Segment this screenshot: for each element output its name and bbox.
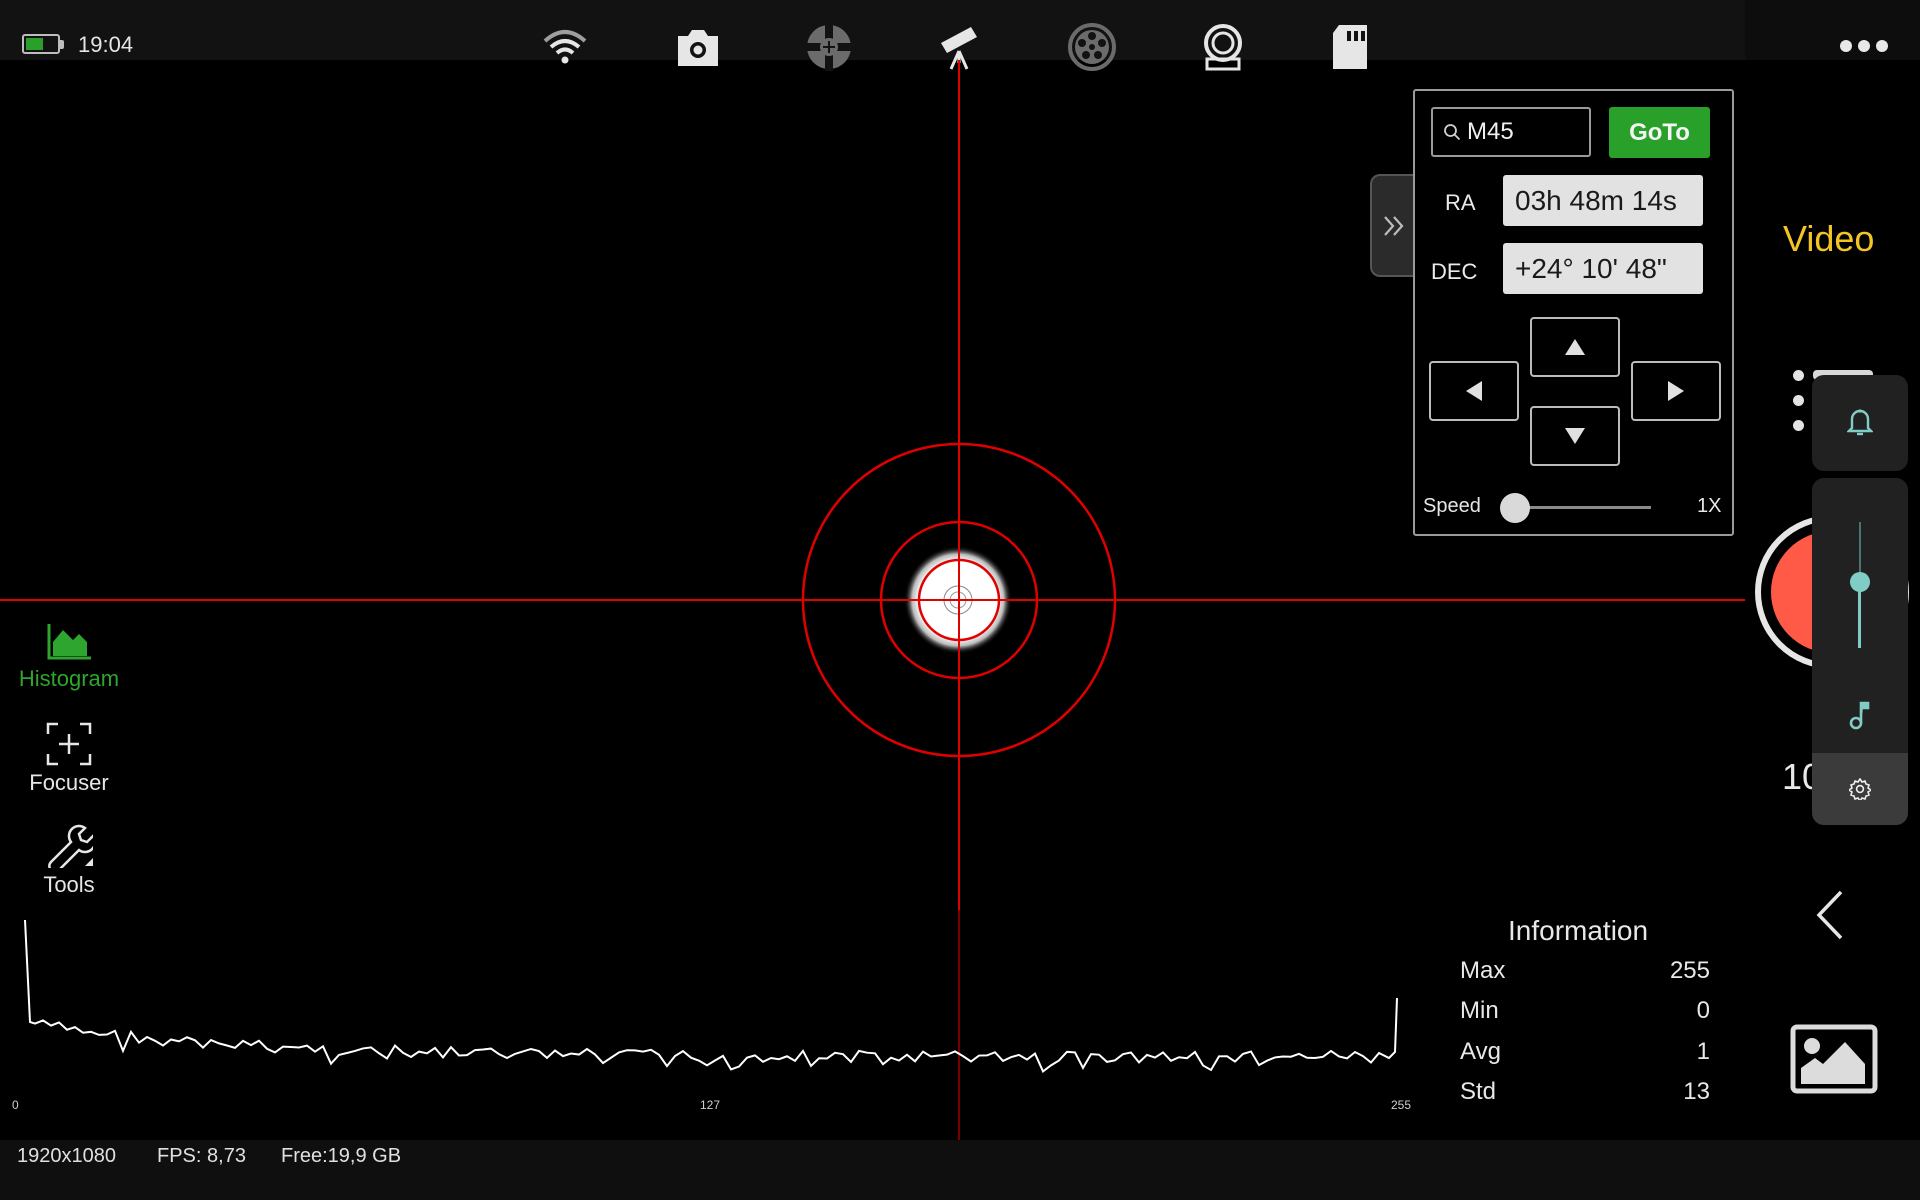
double-chevron-right-icon [1383, 215, 1403, 236]
speed-value: 1X [1697, 495, 1722, 517]
ra-field[interactable]: 03h 48m 14s [1503, 175, 1703, 226]
wrench-icon [48, 824, 93, 868]
dec-label: DEC [1431, 259, 1478, 284]
info-label: Max [1460, 957, 1506, 984]
image-gallery-icon [1790, 1024, 1878, 1094]
histogram-tick-0: 0 [12, 1098, 19, 1112]
tool-label: Tools [43, 872, 95, 897]
battery-icon [22, 34, 64, 54]
speed-slider-thumb[interactable] [1500, 493, 1530, 523]
search-icon [1444, 124, 1461, 141]
bell-icon [1847, 409, 1873, 436]
dec-field[interactable]: +24° 10' 48" [1503, 243, 1703, 294]
ra-label: RA [1445, 190, 1476, 215]
info-row-avg: Avg 1 [1460, 1038, 1710, 1066]
tool-tools[interactable]: Tools [0, 822, 138, 898]
move-up-button[interactable] [1530, 317, 1620, 377]
arrow-left-icon [1466, 381, 1482, 401]
chevron-left-icon [1816, 890, 1843, 940]
arrow-down-icon [1565, 428, 1585, 444]
info-value: 255 [1669, 957, 1710, 984]
dot [1858, 40, 1870, 52]
target-search-input[interactable]: M45 [1431, 107, 1591, 157]
arrow-right-icon [1668, 381, 1684, 401]
volume-slider-thumb[interactable] [1850, 572, 1870, 593]
arrow-up-icon [1565, 339, 1585, 355]
info-value: 13 [1683, 1078, 1710, 1105]
info-label: Std [1460, 1078, 1497, 1105]
move-down-button[interactable] [1530, 406, 1620, 466]
more-menu-button[interactable] [1840, 40, 1888, 52]
battery-level [26, 38, 43, 50]
info-row-std: Std 13 [1460, 1078, 1710, 1106]
histogram-curve [24, 920, 1398, 1073]
info-value: 1 [1696, 1038, 1710, 1065]
mode-video-label[interactable]: Video [1783, 218, 1874, 260]
focus-target-icon [46, 722, 92, 766]
info-value: 0 [1696, 997, 1710, 1024]
status-bar-right [1745, 0, 1920, 60]
clock: 19:04 [78, 32, 134, 57]
info-row-max: Max 255 [1460, 957, 1710, 985]
histogram-tick-255: 255 [1391, 1098, 1412, 1112]
tool-label: Histogram [18, 666, 120, 691]
back-button[interactable] [1815, 890, 1845, 945]
resolution-readout: 1920x1080 [17, 1145, 116, 1167]
gallery-button[interactable] [1790, 1024, 1878, 1099]
histogram-tick-127: 127 [700, 1098, 721, 1112]
info-row-min: Min 0 [1460, 997, 1710, 1025]
histogram-chart [24, 920, 1398, 1073]
speed-label: Speed [1423, 495, 1481, 517]
information-title: Information [1508, 915, 1649, 946]
tool-histogram[interactable]: Histogram [0, 622, 138, 692]
info-label: Avg [1460, 1038, 1501, 1065]
search-value: M45 [1467, 118, 1514, 145]
move-right-button[interactable] [1631, 361, 1721, 421]
fps-readout: FPS: 8,73 [157, 1145, 246, 1167]
move-left-button[interactable] [1429, 361, 1519, 421]
notification-volume-button[interactable] [1812, 375, 1908, 471]
volume-panel [1812, 478, 1908, 825]
dot [1876, 40, 1888, 52]
sound-settings-button[interactable] [1812, 753, 1908, 825]
info-label: Min [1460, 997, 1499, 1024]
histogram-icon [47, 624, 91, 660]
music-note-icon [1848, 700, 1872, 735]
volume-track-filled[interactable] [1858, 582, 1861, 648]
free-space-readout: Free:19,9 GB [281, 1145, 402, 1167]
dot [1840, 40, 1852, 52]
goto-button[interactable]: GoTo [1609, 107, 1710, 158]
goto-panel: M45 GoTo RA 03h 48m 14s DEC +24° 10' 48"… [1413, 89, 1734, 536]
status-bar [0, 0, 1745, 60]
speed-slider-track[interactable] [1517, 506, 1651, 509]
tool-label: Focuser [29, 770, 109, 795]
tool-focuser[interactable]: Focuser [0, 722, 138, 796]
gear-icon [1849, 778, 1871, 800]
collapse-goto-panel-button[interactable] [1370, 174, 1415, 277]
